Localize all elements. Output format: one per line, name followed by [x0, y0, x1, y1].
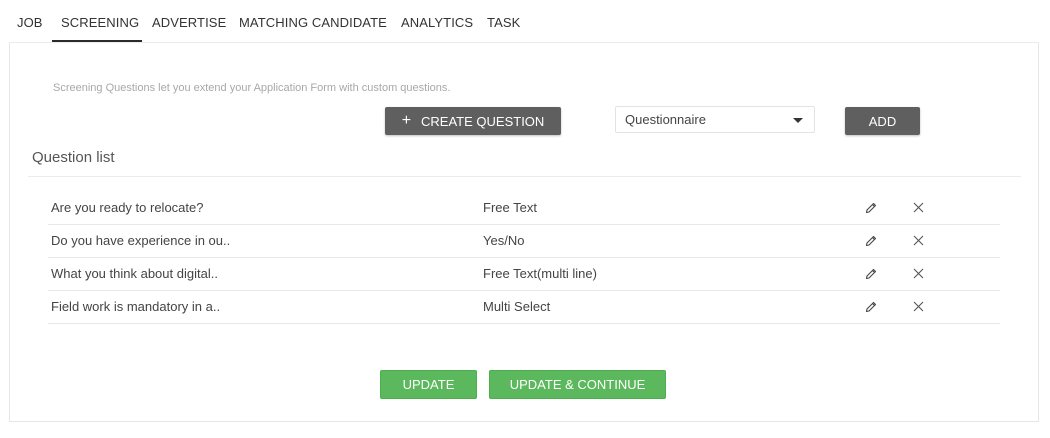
- tab-job[interactable]: JOB: [17, 15, 43, 30]
- question-text: Are you ready to relocate?: [51, 200, 204, 215]
- add-button[interactable]: ADD: [845, 107, 920, 135]
- close-icon[interactable]: [913, 268, 924, 279]
- pencil-icon[interactable]: [865, 301, 877, 313]
- tab-screening[interactable]: SCREENING: [61, 15, 139, 30]
- tab-task[interactable]: TASK: [487, 15, 520, 30]
- close-icon[interactable]: [913, 235, 924, 246]
- tab-bar: JOB SCREENING ADVERTISE MATCHING CANDIDA…: [0, 0, 1050, 44]
- divider: [28, 176, 1021, 177]
- create-question-button[interactable]: + CREATE QUESTION: [385, 107, 561, 135]
- update-continue-button[interactable]: UPDATE & CONTINUE: [489, 370, 666, 399]
- table-row: Field work is mandatory in a.. Multi Sel…: [48, 291, 1000, 324]
- tab-matching-candidate[interactable]: MATCHING CANDIDATE: [239, 15, 387, 30]
- tab-analytics[interactable]: ANALYTICS: [401, 15, 473, 30]
- table-row: Are you ready to relocate? Free Text: [48, 192, 1000, 225]
- close-icon[interactable]: [913, 202, 924, 213]
- question-table: Are you ready to relocate? Free Text Do …: [48, 192, 1000, 324]
- pencil-icon[interactable]: [865, 268, 877, 280]
- plus-icon: +: [401, 112, 412, 129]
- question-type: Multi Select: [483, 299, 551, 314]
- table-row: What you think about digital.. Free Text…: [48, 258, 1000, 291]
- close-icon[interactable]: [913, 301, 924, 312]
- pencil-icon[interactable]: [865, 202, 877, 214]
- question-type: Free Text: [483, 200, 537, 215]
- update-button[interactable]: UPDATE: [380, 370, 477, 399]
- caret-down-icon: [793, 118, 803, 123]
- questionnaire-select-value: Questionnaire: [625, 112, 706, 127]
- screening-hint: Screening Questions let you extend your …: [53, 82, 451, 94]
- table-row: Do you have experience in ou.. Yes/No: [48, 225, 1000, 258]
- question-text: Field work is mandatory in a..: [51, 299, 221, 314]
- pencil-icon[interactable]: [865, 235, 877, 247]
- question-type: Free Text(multi line): [483, 266, 597, 281]
- tab-advertise[interactable]: ADVERTISE: [152, 15, 226, 30]
- question-text: Do you have experience in ou..: [51, 233, 231, 248]
- create-question-label: CREATE QUESTION: [421, 113, 545, 129]
- question-list-title: Question list: [32, 149, 115, 166]
- questionnaire-select[interactable]: Questionnaire: [615, 106, 815, 133]
- question-type: Yes/No: [483, 233, 525, 248]
- question-text: What you think about digital..: [51, 266, 218, 281]
